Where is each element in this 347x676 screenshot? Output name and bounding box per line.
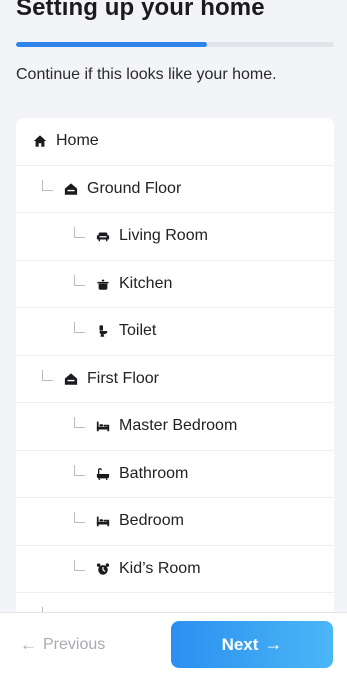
- wizard-footer: ← Previous Next →: [0, 612, 347, 676]
- instruction-text: Continue if this looks like your home.: [16, 66, 277, 83]
- tree-connector: [74, 512, 85, 523]
- setup-progress-bar: [16, 42, 334, 47]
- next-button[interactable]: Next →: [171, 621, 333, 668]
- tree-row[interactable]: Home: [16, 118, 334, 166]
- previous-button[interactable]: ← Previous: [20, 633, 105, 657]
- tree-connector: [74, 322, 85, 333]
- page-title: Setting up your home: [16, 0, 265, 21]
- arrow-left-icon: ←: [20, 635, 37, 654]
- tree-connector: [74, 559, 85, 571]
- tree-row-label: First Floor: [87, 369, 159, 387]
- floor-icon: [63, 181, 79, 197]
- next-button-label: Next: [221, 634, 259, 654]
- tree-connector: [74, 274, 85, 286]
- tree-connector: [74, 464, 85, 476]
- tree-row[interactable]: Ground Floor: [16, 166, 334, 213]
- tree-row[interactable]: Bedroom: [16, 498, 334, 546]
- tree-row[interactable]: Living Room: [16, 213, 334, 261]
- tree-row-label: Bathroom: [119, 464, 189, 482]
- tree-row[interactable]: Toilet: [16, 308, 334, 356]
- house-icon: [32, 133, 48, 149]
- tree-row[interactable]: Master Bedroom: [16, 403, 334, 451]
- home-structure-tree: Home Ground Floor Living Room Kitchen Toilet…: [16, 118, 334, 638]
- tree-row[interactable]: Kid’s Room: [16, 546, 334, 593]
- tree-row[interactable]: Bathroom: [16, 451, 334, 498]
- tree-row-label: Master Bedroom: [119, 417, 238, 435]
- tree-row-label: Kid’s Room: [119, 559, 201, 577]
- floor-icon: [63, 371, 79, 387]
- tree-row-label: Home: [56, 132, 99, 150]
- tree-row[interactable]: First Floor: [16, 356, 334, 403]
- toilet-icon: [95, 323, 111, 339]
- tree-row-label: Bedroom: [119, 512, 184, 530]
- tree-connector: [42, 179, 53, 191]
- sofa-icon: [95, 228, 111, 244]
- arrow-right-icon: →: [264, 634, 283, 654]
- progress-fill: [16, 42, 207, 47]
- bed-icon: [95, 418, 111, 434]
- tree-row-label: Toilet: [119, 322, 157, 340]
- tree-row[interactable]: Kitchen: [16, 261, 334, 308]
- tree-connector: [74, 417, 85, 428]
- tree-row-label: Living Room: [119, 227, 208, 245]
- bed-icon: [95, 513, 111, 529]
- tree-row-label: Kitchen: [119, 274, 173, 292]
- alarm-clock-icon: [95, 561, 111, 577]
- bathtub-icon: [95, 466, 111, 482]
- tree-row-label: Ground Floor: [87, 179, 182, 197]
- pot-icon: [95, 276, 111, 292]
- tree-connector: [42, 369, 53, 381]
- tree-connector: [74, 227, 85, 238]
- previous-button-label: Previous: [43, 636, 106, 653]
